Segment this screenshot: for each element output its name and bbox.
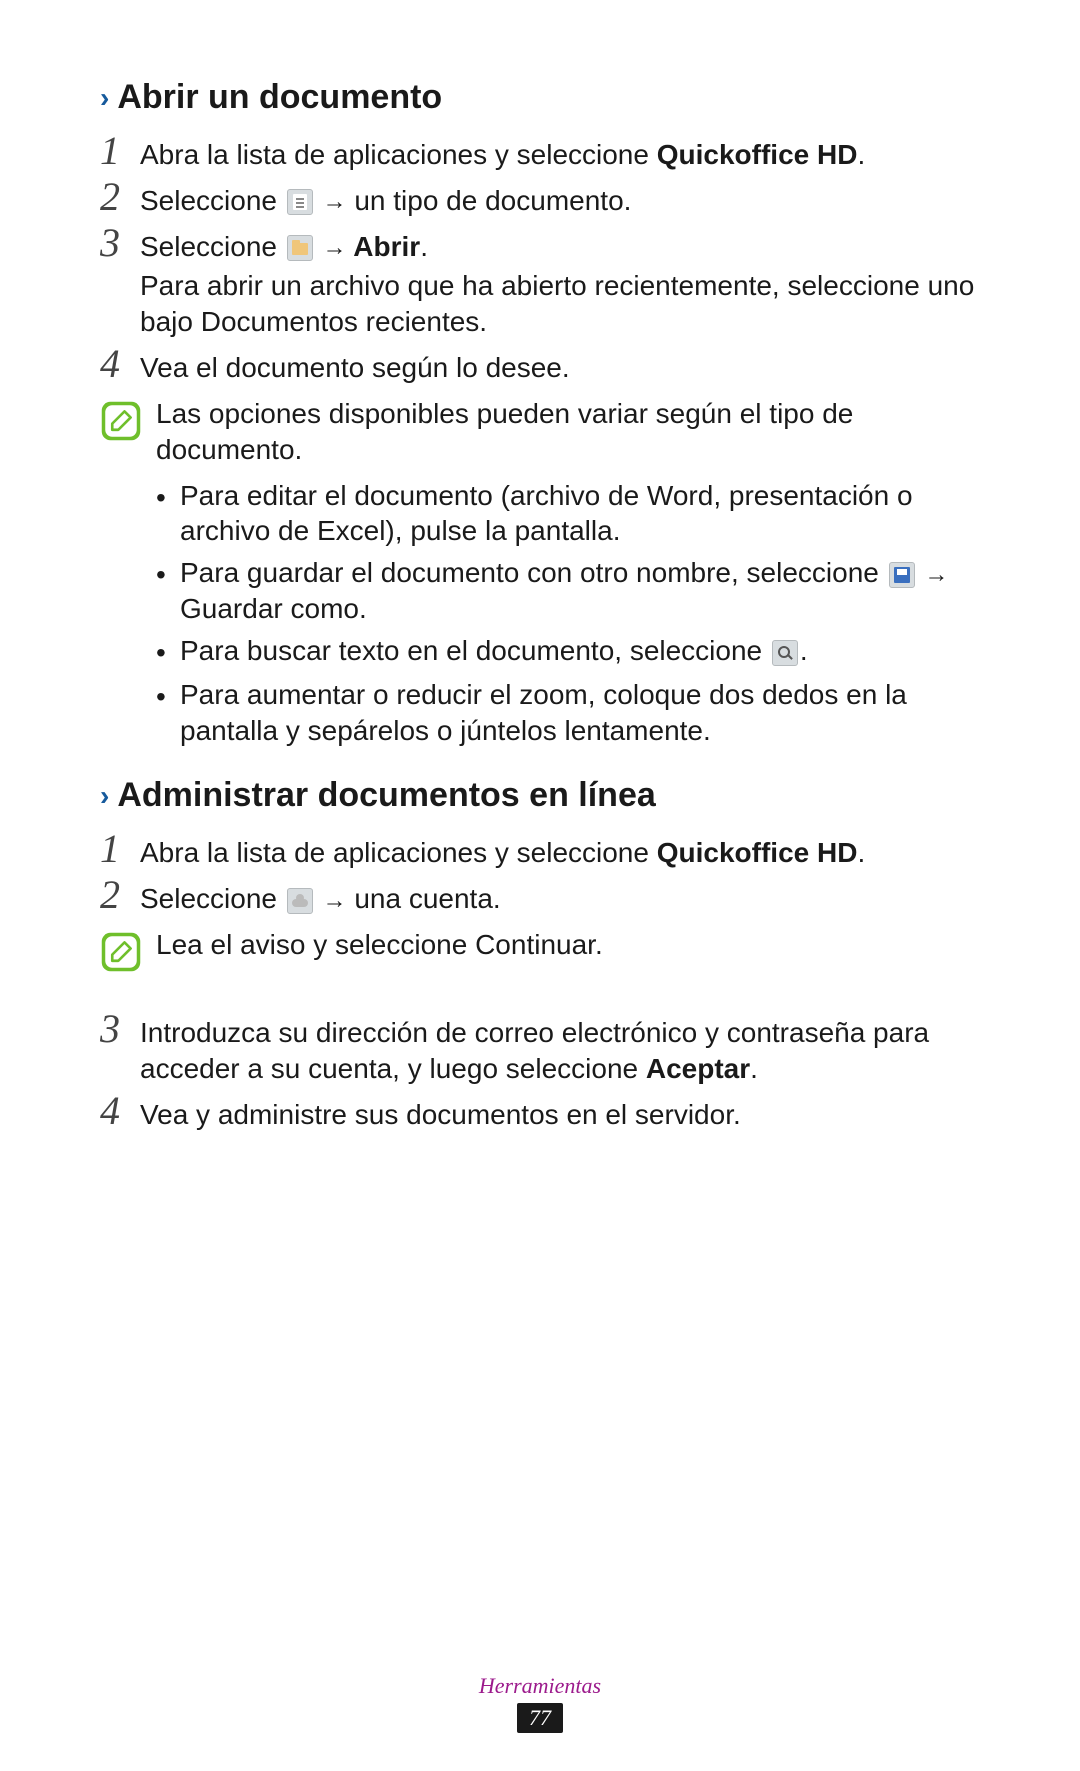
step-number: 2	[100, 873, 140, 915]
step-2: 2 Seleccione → una cuenta.	[100, 873, 980, 917]
step-text: Abra la lista de aplicaciones y seleccio…	[140, 129, 865, 173]
note-text: Lea el aviso y seleccione Continuar.	[156, 927, 603, 963]
step-text: Seleccione → una cuenta.	[140, 873, 501, 917]
step-number: 3	[100, 1007, 140, 1049]
note-box: Lea el aviso y seleccione Continuar.	[100, 927, 980, 973]
bullet-list: • Para editar el documento (archivo de W…	[156, 478, 980, 749]
arrow-right-icon: →	[924, 560, 948, 591]
step-1: 1 Abra la lista de aplicaciones y selecc…	[100, 129, 980, 173]
cloud-icon	[287, 888, 313, 914]
folder-icon	[287, 235, 313, 261]
step-number: 3	[100, 221, 140, 263]
section-heading-open-document: › Abrir un documento	[100, 78, 980, 117]
section-title: Administrar documentos en línea	[117, 776, 655, 815]
step-3-sub: Para abrir un archivo que ha abierto rec…	[140, 268, 980, 340]
bullet-item: • Para buscar texto en el documento, sel…	[156, 633, 980, 671]
step-4: 4 Vea el documento según lo desee.	[100, 342, 980, 386]
step-number: 2	[100, 175, 140, 217]
chevron-right-icon: ›	[100, 780, 109, 812]
bullet-dot-icon: •	[156, 677, 180, 715]
page-number-badge: 77	[517, 1703, 563, 1733]
step-text: Seleccione → un tipo de documento.	[140, 175, 631, 219]
step-number: 4	[100, 1089, 140, 1131]
step-number: 4	[100, 342, 140, 384]
step-number: 1	[100, 129, 140, 171]
step-text: Introduzca su dirección de correo electr…	[140, 1007, 980, 1087]
step-text: Abra la lista de aplicaciones y seleccio…	[140, 827, 865, 871]
bullet-item: • Para guardar el documento con otro nom…	[156, 555, 980, 627]
note-pencil-icon	[100, 400, 142, 442]
step-number: 1	[100, 827, 140, 869]
step-3: 3 Seleccione → Abrir.	[100, 221, 980, 265]
arrow-right-icon: →	[323, 233, 347, 264]
section-title: Abrir un documento	[117, 78, 442, 117]
bullet-item: • Para aumentar o reducir el zoom, coloq…	[156, 677, 980, 749]
step-4: 4 Vea y administre sus documentos en el …	[100, 1089, 980, 1133]
arrow-right-icon: →	[323, 886, 347, 917]
note-box: Las opciones disponibles pueden variar s…	[100, 396, 980, 468]
search-icon	[772, 640, 798, 666]
bullet-dot-icon: •	[156, 555, 180, 593]
page-footer: Herramientas 77	[0, 1673, 1080, 1733]
note-pencil-icon	[100, 931, 142, 973]
chevron-right-icon: ›	[100, 82, 109, 114]
section-heading-manage-online: › Administrar documentos en línea	[100, 776, 980, 815]
arrow-right-icon: →	[323, 187, 347, 218]
bullet-dot-icon: •	[156, 478, 180, 516]
manual-page: › Abrir un documento 1 Abra la lista de …	[0, 0, 1080, 1771]
document-icon	[287, 189, 313, 215]
step-text: Seleccione → Abrir.	[140, 221, 428, 265]
footer-section-label: Herramientas	[0, 1673, 1080, 1699]
save-icon	[889, 562, 915, 588]
step-text: Vea el documento según lo desee.	[140, 342, 570, 386]
step-1: 1 Abra la lista de aplicaciones y selecc…	[100, 827, 980, 871]
step-2: 2 Seleccione → un tipo de documento.	[100, 175, 980, 219]
bullet-item: • Para editar el documento (archivo de W…	[156, 478, 980, 550]
step-3: 3 Introduzca su dirección de correo elec…	[100, 1007, 980, 1087]
note-text: Las opciones disponibles pueden variar s…	[156, 396, 980, 468]
bullet-dot-icon: •	[156, 633, 180, 671]
step-text: Vea y administre sus documentos en el se…	[140, 1089, 741, 1133]
